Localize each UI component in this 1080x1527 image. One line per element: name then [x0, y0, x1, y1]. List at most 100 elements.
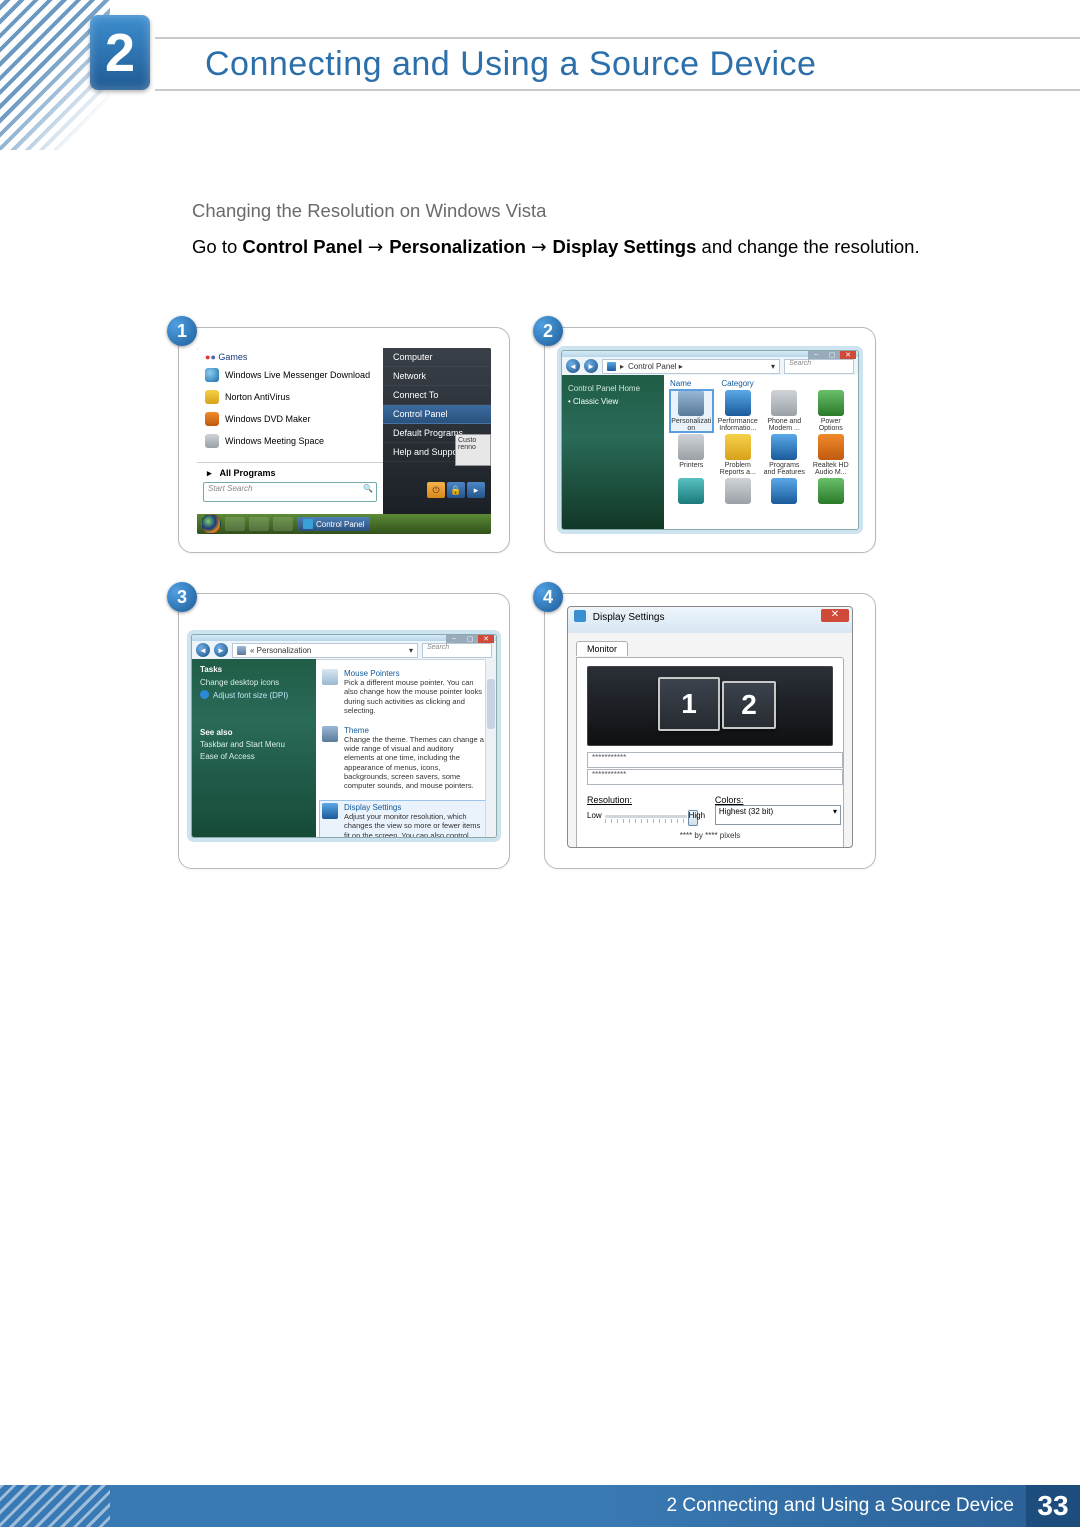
minimize-button[interactable]: –	[808, 350, 824, 359]
cp-item[interactable]: Problem Reports a...	[717, 434, 760, 476]
cp-item[interactable]: Phone and Modem ...	[763, 390, 806, 432]
shutdown-menu[interactable]: ▸	[467, 482, 485, 498]
forward-button[interactable]: ►	[584, 359, 598, 373]
step-badge: 4	[533, 582, 563, 612]
start-item[interactable]: Windows DVD Maker	[197, 408, 383, 430]
taskbar-control-panel[interactable]: Control Panel	[297, 517, 370, 531]
col-category[interactable]: Category	[721, 379, 753, 388]
cp-item-label: Personalizati on	[670, 418, 713, 432]
start-menu-left: ●● Games Windows Live Messenger Download…	[197, 348, 383, 514]
colors-select[interactable]: Highest (32 bit) ▾	[715, 805, 841, 825]
cp-item[interactable]	[763, 478, 806, 506]
taskbar: Control Panel	[197, 514, 491, 534]
dialog-title: Display Settings	[593, 612, 665, 623]
start-item-label: Norton AntiVirus	[225, 392, 290, 402]
arrow-icon: →	[368, 237, 389, 258]
tab-monitor[interactable]: Monitor	[576, 641, 628, 656]
side-link[interactable]: Change desktop icons	[200, 678, 308, 687]
resolution-label: Resolution:	[587, 795, 632, 805]
right-item-control-panel[interactable]: Control Panel	[383, 405, 491, 424]
cp-item[interactable]: Power Options	[810, 390, 853, 432]
slider-high: High	[689, 811, 705, 820]
col-name[interactable]: Name	[670, 379, 691, 388]
cp-item[interactable]: Programs and Features	[763, 434, 806, 476]
entry-theme[interactable]: Theme Change the theme. Themes can chang…	[322, 726, 486, 791]
colors-group: Colors: Highest (32 bit) ▾	[715, 795, 833, 829]
programs-icon	[771, 434, 797, 460]
page-number: 33	[1026, 1485, 1080, 1527]
chapter-number-badge: 2	[90, 15, 150, 90]
search-input[interactable]: Search	[422, 643, 492, 658]
arrow-icon: →	[531, 237, 552, 258]
tasks-heading: Tasks	[200, 665, 308, 674]
close-button[interactable]: ✕	[821, 609, 849, 622]
breadcrumb[interactable]: ▸ Control Panel ▸ ▾	[602, 359, 780, 374]
search-placeholder: Start Search	[208, 484, 252, 493]
minimize-button[interactable]: –	[446, 634, 462, 643]
cp-item[interactable]	[670, 478, 713, 506]
cp-item[interactable]: Realtek HD Audio M...	[810, 434, 853, 476]
monitor-1[interactable]: 1	[658, 677, 720, 731]
path-sep: ▸	[620, 362, 624, 371]
power-icon	[818, 390, 844, 416]
step-badge: 3	[167, 582, 197, 612]
monitor-2[interactable]: 2	[722, 681, 776, 729]
cp-item-label: Power Options	[810, 418, 853, 432]
side-link[interactable]: Taskbar and Start Menu	[200, 740, 308, 749]
back-button[interactable]: ◄	[196, 643, 210, 657]
resolution-slider[interactable]: Low High	[587, 807, 705, 829]
scrollbar[interactable]	[485, 659, 496, 837]
maximize-button[interactable]: ▢	[462, 634, 478, 643]
back-button[interactable]: ◄	[566, 359, 580, 373]
taskbar-icon[interactable]	[225, 517, 245, 531]
display-settings-dialog: Display Settings ✕ Monitor 1 2 *********…	[567, 606, 853, 848]
start-orb-icon[interactable]	[201, 514, 221, 534]
side-link-dpi[interactable]: Adjust font size (DPI)	[200, 690, 308, 700]
start-item[interactable]: Norton AntiVirus	[197, 386, 383, 408]
instruction-b3: Display Settings	[552, 236, 696, 257]
entry-mouse-pointers[interactable]: Mouse Pointers Pick a different mouse po…	[322, 669, 486, 716]
start-menu-frame: ●● Games Windows Live Messenger Download…	[197, 348, 491, 534]
cp-home-link[interactable]: Control Panel Home	[568, 384, 658, 393]
cp-item[interactable]: Performance Informatio...	[717, 390, 760, 432]
close-button[interactable]: ✕	[840, 350, 856, 359]
forward-button[interactable]: ►	[214, 643, 228, 657]
cp-item[interactable]	[717, 478, 760, 506]
right-item[interactable]: Network	[383, 367, 491, 386]
start-item[interactable]: Windows Live Messenger Download	[197, 364, 383, 386]
power-button[interactable]: ⏻	[427, 482, 445, 498]
path-text: Control Panel ▸	[628, 362, 683, 371]
classic-view-link[interactable]: Classic View	[568, 397, 658, 406]
lock-button[interactable]: 🔒	[447, 482, 465, 498]
chapter-header: Connecting and Using a Source Device	[155, 37, 1080, 91]
entry-desc: Adjust your monitor resolution, which ch…	[344, 812, 484, 837]
right-item[interactable]: Connect To	[383, 386, 491, 405]
monitor-arrangement[interactable]: 1 2	[587, 666, 833, 746]
maximize-button[interactable]: ▢	[824, 350, 840, 359]
monitor-dropdown-2[interactable]: ***********	[587, 769, 843, 785]
printers-icon	[678, 434, 704, 460]
slider-low: Low	[587, 811, 602, 820]
path-icon	[237, 646, 246, 655]
window-titlebar: – ▢ ✕	[192, 635, 496, 641]
cp-item[interactable]: Printers	[670, 434, 713, 476]
side-link[interactable]: Ease of Access	[200, 752, 308, 761]
entry-display-settings[interactable]: Display Settings Adjust your monitor res…	[320, 801, 486, 837]
taskbar-icon[interactable]	[273, 517, 293, 531]
search-input[interactable]: Search	[784, 359, 854, 374]
customize-line: Custo	[458, 437, 488, 444]
start-menu-right: Computer Network Connect To Control Pane…	[383, 348, 491, 514]
monitor-dropdown[interactable]: ***********	[587, 752, 843, 768]
entry-desc: Change the theme. Themes can change a wi…	[344, 735, 486, 791]
close-button[interactable]: ✕	[478, 634, 494, 643]
start-item[interactable]: Windows Meeting Space	[197, 430, 383, 452]
cp-item-personalization[interactable]: Personalizati on	[670, 390, 713, 432]
right-item[interactable]: Computer	[383, 348, 491, 367]
problem-icon	[725, 434, 751, 460]
taskbar-icon[interactable]	[249, 517, 269, 531]
page-footer: 2 Connecting and Using a Source Device 3…	[0, 1485, 1080, 1527]
cp-item[interactable]	[810, 478, 853, 506]
start-search-input[interactable]: Start Search 🔍	[203, 482, 377, 502]
all-programs[interactable]: All Programs	[197, 462, 383, 484]
breadcrumb[interactable]: « Personalization ▾	[232, 643, 418, 658]
